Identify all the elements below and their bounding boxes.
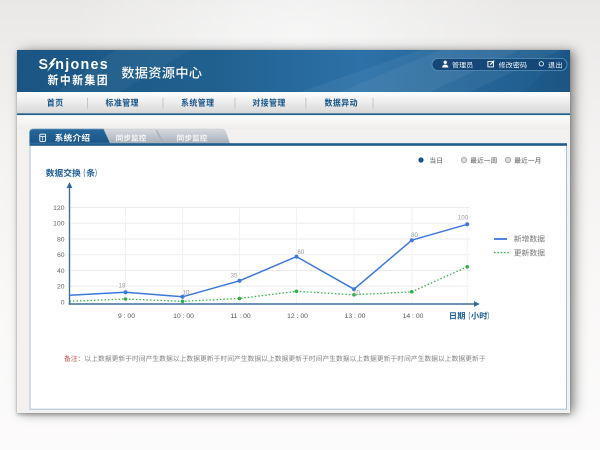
svg-text:40: 40 <box>57 268 65 275</box>
svg-text:11 : 00: 11 : 00 <box>230 313 251 320</box>
svg-text:10 : 00: 10 : 00 <box>173 313 194 320</box>
svg-text:9 : 00: 9 : 00 <box>118 313 135 320</box>
svg-text:80: 80 <box>57 236 65 243</box>
svg-text:13 : 00: 13 : 00 <box>345 313 366 320</box>
svg-text:10: 10 <box>183 290 190 297</box>
svg-text:10: 10 <box>353 289 360 296</box>
svg-text:0: 0 <box>61 299 65 306</box>
svg-text:14 : 00: 14 : 00 <box>403 313 424 320</box>
svg-text:100: 100 <box>53 221 65 228</box>
svg-text:60: 60 <box>297 249 304 256</box>
svg-text:35: 35 <box>231 273 238 280</box>
svg-text:12 : 00: 12 : 00 <box>287 313 308 320</box>
svg-text:S: S <box>39 57 49 73</box>
svg-text:120: 120 <box>53 205 65 212</box>
svg-text:18: 18 <box>119 282 126 289</box>
svg-text:njones: njones <box>55 57 109 73</box>
svg-text:100: 100 <box>458 214 469 221</box>
svg-text:20: 20 <box>57 284 65 291</box>
svg-text:80: 80 <box>411 232 418 239</box>
svg-text:60: 60 <box>57 252 65 259</box>
